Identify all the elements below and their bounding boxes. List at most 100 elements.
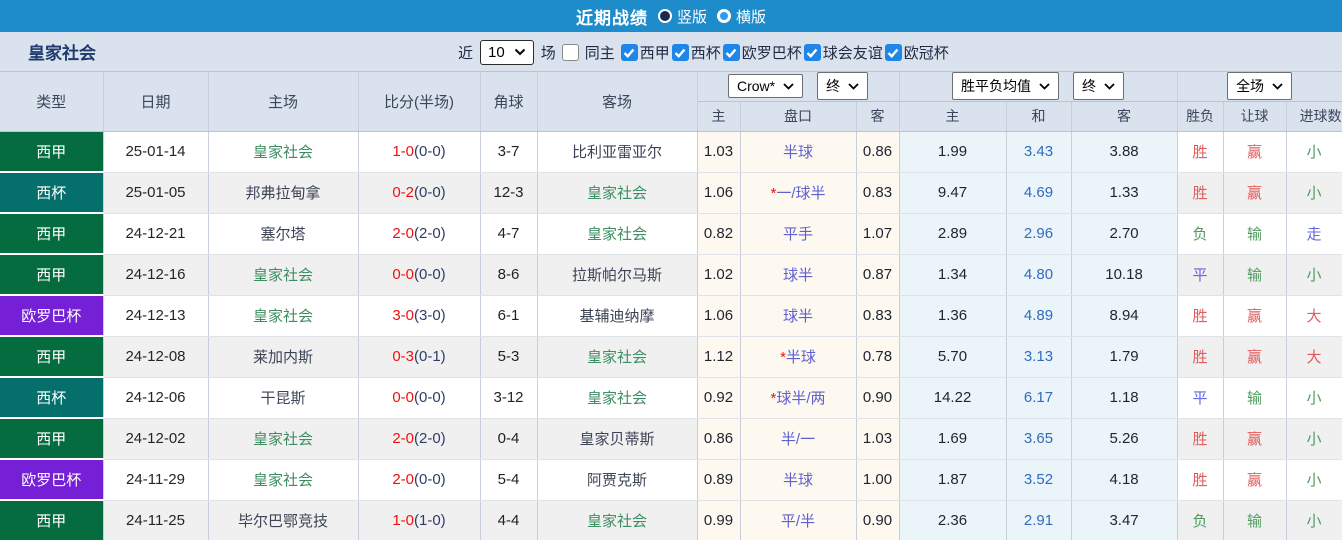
result-goals: 大 xyxy=(1286,295,1342,337)
match-count-select[interactable]: 10 xyxy=(480,39,534,65)
home-team-name[interactable]: 皇家社会 xyxy=(208,418,359,460)
result-wdl: 负 xyxy=(1177,500,1224,540)
layout-option-vertical[interactable]: 竖版 xyxy=(657,6,707,27)
draw-odds: 4.89 xyxy=(1006,295,1072,337)
away-team-name[interactable]: 皇家社会 xyxy=(537,500,698,540)
match-date: 24-12-16 xyxy=(103,254,209,296)
away-team-name[interactable]: 皇家社会 xyxy=(537,213,698,255)
league-checkbox-1[interactable] xyxy=(620,44,638,61)
handicap-line: 半球 xyxy=(740,131,857,173)
match-row: 西杯 24-12-06 干昆斯 0-0(0-0) 3-12 皇家社会 0.92 *球半/两 0.… xyxy=(0,377,1342,419)
check-icon xyxy=(623,48,635,58)
win-odds: 5.70 xyxy=(899,336,1007,378)
away-team-name[interactable]: 皇家社会 xyxy=(537,172,698,214)
score-cell: 0-2(0-0) xyxy=(358,172,481,214)
league-filter-group: 西甲 西杯 欧罗巴杯 球会友谊 欧冠杯 xyxy=(619,42,949,63)
live-star-icon: * xyxy=(780,349,786,366)
draw-odds: 6.17 xyxy=(1006,377,1072,419)
corner-count: 8-6 xyxy=(480,254,538,296)
result-handicap: 赢 xyxy=(1223,418,1287,460)
competition-badge: 欧罗巴杯 xyxy=(0,459,104,501)
home-team-name[interactable]: 皇家社会 xyxy=(208,131,359,173)
handicap-home-odds: 1.06 xyxy=(697,295,741,337)
draw-odds: 3.43 xyxy=(1006,131,1072,173)
period-dropdown[interactable]: 全场 xyxy=(1227,72,1293,100)
league-checkbox-2[interactable] xyxy=(671,44,689,61)
col-date-header: 日期 xyxy=(103,72,209,132)
result-goals: 小 xyxy=(1286,131,1342,173)
league-checkbox-3[interactable] xyxy=(722,44,740,61)
home-team-name[interactable]: 莱加内斯 xyxy=(208,336,359,378)
handicap-line: 球半 xyxy=(740,254,857,296)
chevron-down-icon xyxy=(848,83,859,90)
result-goals: 大 xyxy=(1286,336,1342,378)
check-icon xyxy=(725,48,737,58)
handicap-line: 平/半 xyxy=(740,500,857,540)
match-date: 25-01-14 xyxy=(103,131,209,173)
wdl-time-dropdown[interactable]: 终 xyxy=(1073,72,1125,100)
same-home-checkbox[interactable] xyxy=(561,43,579,61)
handicap-time-dropdown[interactable]: 终 xyxy=(817,72,869,100)
away-team-name[interactable]: 基辅迪纳摩 xyxy=(537,295,698,337)
result-wdl: 胜 xyxy=(1177,418,1224,460)
results-tbody: 西甲 25-01-14 皇家社会 1-0(0-0) 3-7 比利亚雷亚尔 1.03 半球 0.8… xyxy=(0,131,1342,540)
away-team-name[interactable]: 皇家社会 xyxy=(537,336,698,378)
wdl-average-dropdown[interactable]: 胜平负均值 xyxy=(952,72,1060,100)
league-checkbox-4[interactable] xyxy=(803,44,821,61)
result-handicap: 输 xyxy=(1223,213,1287,255)
match-date: 24-12-21 xyxy=(103,213,209,255)
away-team-name[interactable]: 皇家贝蒂斯 xyxy=(537,418,698,460)
home-team-name[interactable]: 皇家社会 xyxy=(208,459,359,501)
handicap-home-odds: 0.82 xyxy=(697,213,741,255)
home-team-name[interactable]: 毕尔巴鄂竞技 xyxy=(208,500,359,540)
draw-odds: 4.80 xyxy=(1006,254,1072,296)
wdl-time-dropdown-value: 终 xyxy=(1082,78,1097,95)
result-handicap: 赢 xyxy=(1223,459,1287,501)
score-cell: 2-0(2-0) xyxy=(358,418,481,460)
score-cell: 3-0(3-0) xyxy=(358,295,481,337)
match-date: 24-12-08 xyxy=(103,336,209,378)
home-team-name[interactable]: 皇家社会 xyxy=(208,254,359,296)
handicap-line: 球半 xyxy=(740,295,857,337)
check-icon xyxy=(887,48,899,58)
match-row: 欧罗巴杯 24-11-29 皇家社会 2-0(0-0) 5-4 阿贾克斯 0.89 半球 1.0… xyxy=(0,459,1342,501)
match-date: 24-12-02 xyxy=(103,418,209,460)
home-team-name[interactable]: 干昆斯 xyxy=(208,377,359,419)
win-odds: 1.87 xyxy=(899,459,1007,501)
home-team-name[interactable]: 塞尔塔 xyxy=(208,213,359,255)
league-checkbox-5[interactable] xyxy=(884,44,902,61)
wdl-average-dropdown-value: 胜平负均值 xyxy=(961,78,1032,95)
team-title-link[interactable]: 皇家社会 xyxy=(28,39,96,64)
result-handicap: 赢 xyxy=(1223,172,1287,214)
radio-vertical-icon[interactable] xyxy=(657,9,672,23)
score-cell: 2-0(2-0) xyxy=(358,213,481,255)
away-team-name[interactable]: 拉斯帕尔马斯 xyxy=(537,254,698,296)
col-corner-header: 角球 xyxy=(480,72,538,132)
match-date: 24-12-06 xyxy=(103,377,209,419)
result-goals: 小 xyxy=(1286,172,1342,214)
away-team-name[interactable]: 阿贾克斯 xyxy=(537,459,698,501)
home-team-name[interactable]: 皇家社会 xyxy=(208,295,359,337)
col-home-header: 主场 xyxy=(208,72,359,132)
home-team-name[interactable]: 邦弗拉甸拿 xyxy=(208,172,359,214)
win-odds: 1.69 xyxy=(899,418,1007,460)
lose-odds: 8.94 xyxy=(1071,295,1178,337)
win-odds: 1.99 xyxy=(899,131,1007,173)
competition-badge: 西甲 xyxy=(0,336,104,378)
away-team-name[interactable]: 皇家社会 xyxy=(537,377,698,419)
league-label: 球会友谊 xyxy=(822,44,883,62)
handicap-home-odds: 0.92 xyxy=(697,377,741,419)
bookmaker-dropdown[interactable]: Crow* xyxy=(727,74,804,99)
layout-option-horizontal[interactable]: 横版 xyxy=(717,6,766,27)
subheader-wdl-away: 客 xyxy=(1071,101,1178,132)
check-icon xyxy=(806,48,818,58)
result-handicap: 赢 xyxy=(1223,131,1287,173)
win-odds: 9.47 xyxy=(899,172,1007,214)
radio-horizontal-icon[interactable] xyxy=(717,9,731,23)
handicap-away-odds: 0.90 xyxy=(856,500,900,540)
away-team-name[interactable]: 比利亚雷亚尔 xyxy=(537,131,698,173)
results-group-header: 全场 xyxy=(1177,72,1342,102)
competition-badge: 西杯 xyxy=(0,377,104,419)
score-cell: 0-3(0-1) xyxy=(358,336,481,378)
match-date: 24-11-25 xyxy=(103,500,209,540)
